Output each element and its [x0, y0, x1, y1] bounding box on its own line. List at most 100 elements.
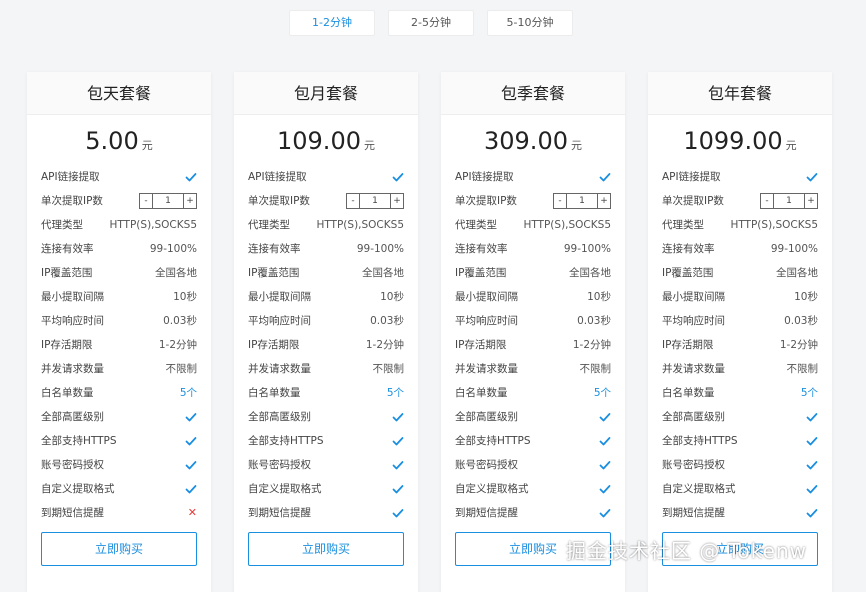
duration-tabs: 1-2分钟 2-5分钟 5-10分钟 — [0, 10, 866, 36]
feature-row: 全部高匿级别 — [648, 405, 832, 429]
stepper-minus-button[interactable]: - — [554, 194, 567, 208]
feature-label: 连接有效率 — [662, 243, 715, 255]
stepper-plus-button[interactable]: + — [804, 194, 817, 208]
feature-label: 单次提取IP数 — [662, 195, 724, 207]
feature-label: 到期短信提醒 — [41, 507, 104, 519]
feature-value: 1-2分钟 — [572, 339, 611, 351]
feature-row: API链接提取 — [27, 165, 211, 189]
feature-label: 账号密码授权 — [248, 459, 311, 471]
feature-row: 单次提取IP数 - 1 + — [441, 189, 625, 213]
feature-label: 单次提取IP数 — [41, 195, 103, 207]
plan-title: 包季套餐 — [441, 72, 625, 115]
check-icon — [185, 165, 197, 189]
feature-row: 全部支持HTTPS — [27, 429, 211, 453]
feature-value: 全国各地 — [776, 267, 818, 279]
plan-card-yearly: 包年套餐 1099.00 元 API链接提取 单次提取IP数 - 1 + 代理类型 H… — [648, 72, 832, 592]
feature-row: 并发请求数量 不限制 — [441, 357, 625, 381]
feature-value: HTTP(S),SOCKS5 — [109, 219, 197, 231]
check-icon — [599, 405, 611, 429]
feature-label: 到期短信提醒 — [248, 507, 311, 519]
feature-label: API链接提取 — [662, 171, 721, 183]
feature-label: 代理类型 — [455, 219, 497, 231]
check-icon — [185, 405, 197, 429]
feature-label: 自定义提取格式 — [662, 483, 736, 495]
stepper-minus-button[interactable]: - — [761, 194, 774, 208]
stepper-plus-button[interactable]: + — [390, 194, 403, 208]
tab-5-10-min[interactable]: 5-10分钟 — [487, 10, 573, 36]
feature-label: IP存活期限 — [248, 339, 300, 351]
check-icon — [806, 405, 818, 429]
stepper-value[interactable]: 1 — [360, 194, 390, 208]
price-row: 1099.00 元 — [648, 115, 832, 165]
check-icon — [392, 501, 404, 525]
check-icon — [806, 429, 818, 453]
feature-row: 最小提取间隔 10秒 — [234, 285, 418, 309]
feature-value: 5个 — [800, 387, 818, 399]
feature-row: 自定义提取格式 — [27, 477, 211, 501]
feature-label: IP覆盖范围 — [248, 267, 300, 279]
feature-row: 账号密码授权 — [441, 453, 625, 477]
stepper-plus-button[interactable]: + — [183, 194, 196, 208]
feature-row: 自定义提取格式 — [441, 477, 625, 501]
feature-label: IP覆盖范围 — [455, 267, 507, 279]
plan-card-quarterly: 包季套餐 309.00 元 API链接提取 单次提取IP数 - 1 + 代理类型 HT… — [441, 72, 625, 592]
feature-row: 账号密码授权 — [27, 453, 211, 477]
feature-label: 连接有效率 — [248, 243, 301, 255]
feature-value: 0.03秒 — [163, 315, 197, 327]
check-icon — [599, 501, 611, 525]
buy-now-button[interactable]: 立即购买 — [248, 532, 404, 566]
feature-label: IP存活期限 — [662, 339, 714, 351]
feature-row: 平均响应时间 0.03秒 — [648, 309, 832, 333]
feature-value: 5个 — [386, 387, 404, 399]
feature-row: IP覆盖范围 全国各地 — [234, 261, 418, 285]
stepper-minus-button[interactable]: - — [140, 194, 153, 208]
price-unit: 元 — [785, 139, 797, 152]
buy-now-button[interactable]: 立即购买 — [41, 532, 197, 566]
feature-row: 全部高匿级别 — [27, 405, 211, 429]
price-unit: 元 — [570, 139, 582, 152]
plan-card-monthly: 包月套餐 109.00 元 API链接提取 单次提取IP数 - 1 + 代理类型 HT… — [234, 72, 418, 592]
feature-row: 账号密码授权 — [648, 453, 832, 477]
feature-value: 0.03秒 — [370, 315, 404, 327]
feature-label: 自定义提取格式 — [41, 483, 115, 495]
feature-value: 10秒 — [173, 291, 197, 303]
stepper-plus-button[interactable]: + — [597, 194, 610, 208]
feature-row: 平均响应时间 0.03秒 — [27, 309, 211, 333]
feature-label: 连接有效率 — [41, 243, 94, 255]
feature-label: IP存活期限 — [455, 339, 507, 351]
check-icon — [185, 477, 197, 501]
feature-row: 白名单数量 5个 — [648, 381, 832, 405]
feature-label: 账号密码授权 — [662, 459, 725, 471]
feature-value: 99-100% — [356, 243, 404, 255]
feature-label: 白名单数量 — [455, 387, 508, 399]
feature-value: 全国各地 — [155, 267, 197, 279]
feature-label: 代理类型 — [662, 219, 704, 231]
stepper-value[interactable]: 1 — [774, 194, 804, 208]
feature-label: 代理类型 — [41, 219, 83, 231]
feature-row: 并发请求数量 不限制 — [27, 357, 211, 381]
feature-row: 到期短信提醒 — [234, 501, 418, 525]
feature-row: 平均响应时间 0.03秒 — [234, 309, 418, 333]
feature-label: 自定义提取格式 — [455, 483, 529, 495]
stepper-value[interactable]: 1 — [153, 194, 183, 208]
check-icon — [392, 453, 404, 477]
feature-row: 到期短信提醒 ✕ — [27, 501, 211, 525]
feature-label: 最小提取间隔 — [662, 291, 725, 303]
feature-label: 平均响应时间 — [248, 315, 311, 327]
feature-label: 到期短信提醒 — [455, 507, 518, 519]
tab-1-2-min[interactable]: 1-2分钟 — [289, 10, 375, 36]
stepper-value[interactable]: 1 — [567, 194, 597, 208]
feature-value: 10秒 — [380, 291, 404, 303]
tab-2-5-min[interactable]: 2-5分钟 — [388, 10, 474, 36]
check-icon — [392, 477, 404, 501]
feature-row: API链接提取 — [441, 165, 625, 189]
feature-row: 白名单数量 5个 — [441, 381, 625, 405]
plan-cards: 包天套餐 5.00 元 API链接提取 单次提取IP数 - 1 + 代理类型 HTTP… — [0, 72, 866, 592]
cross-icon: ✕ — [187, 506, 197, 519]
check-icon — [185, 429, 197, 453]
feature-row: 连接有效率 99-100% — [234, 237, 418, 261]
feature-value: HTTP(S),SOCKS5 — [316, 219, 404, 231]
feature-label: 连接有效率 — [455, 243, 508, 255]
stepper-minus-button[interactable]: - — [347, 194, 360, 208]
quantity-stepper: - 1 + — [760, 193, 818, 209]
